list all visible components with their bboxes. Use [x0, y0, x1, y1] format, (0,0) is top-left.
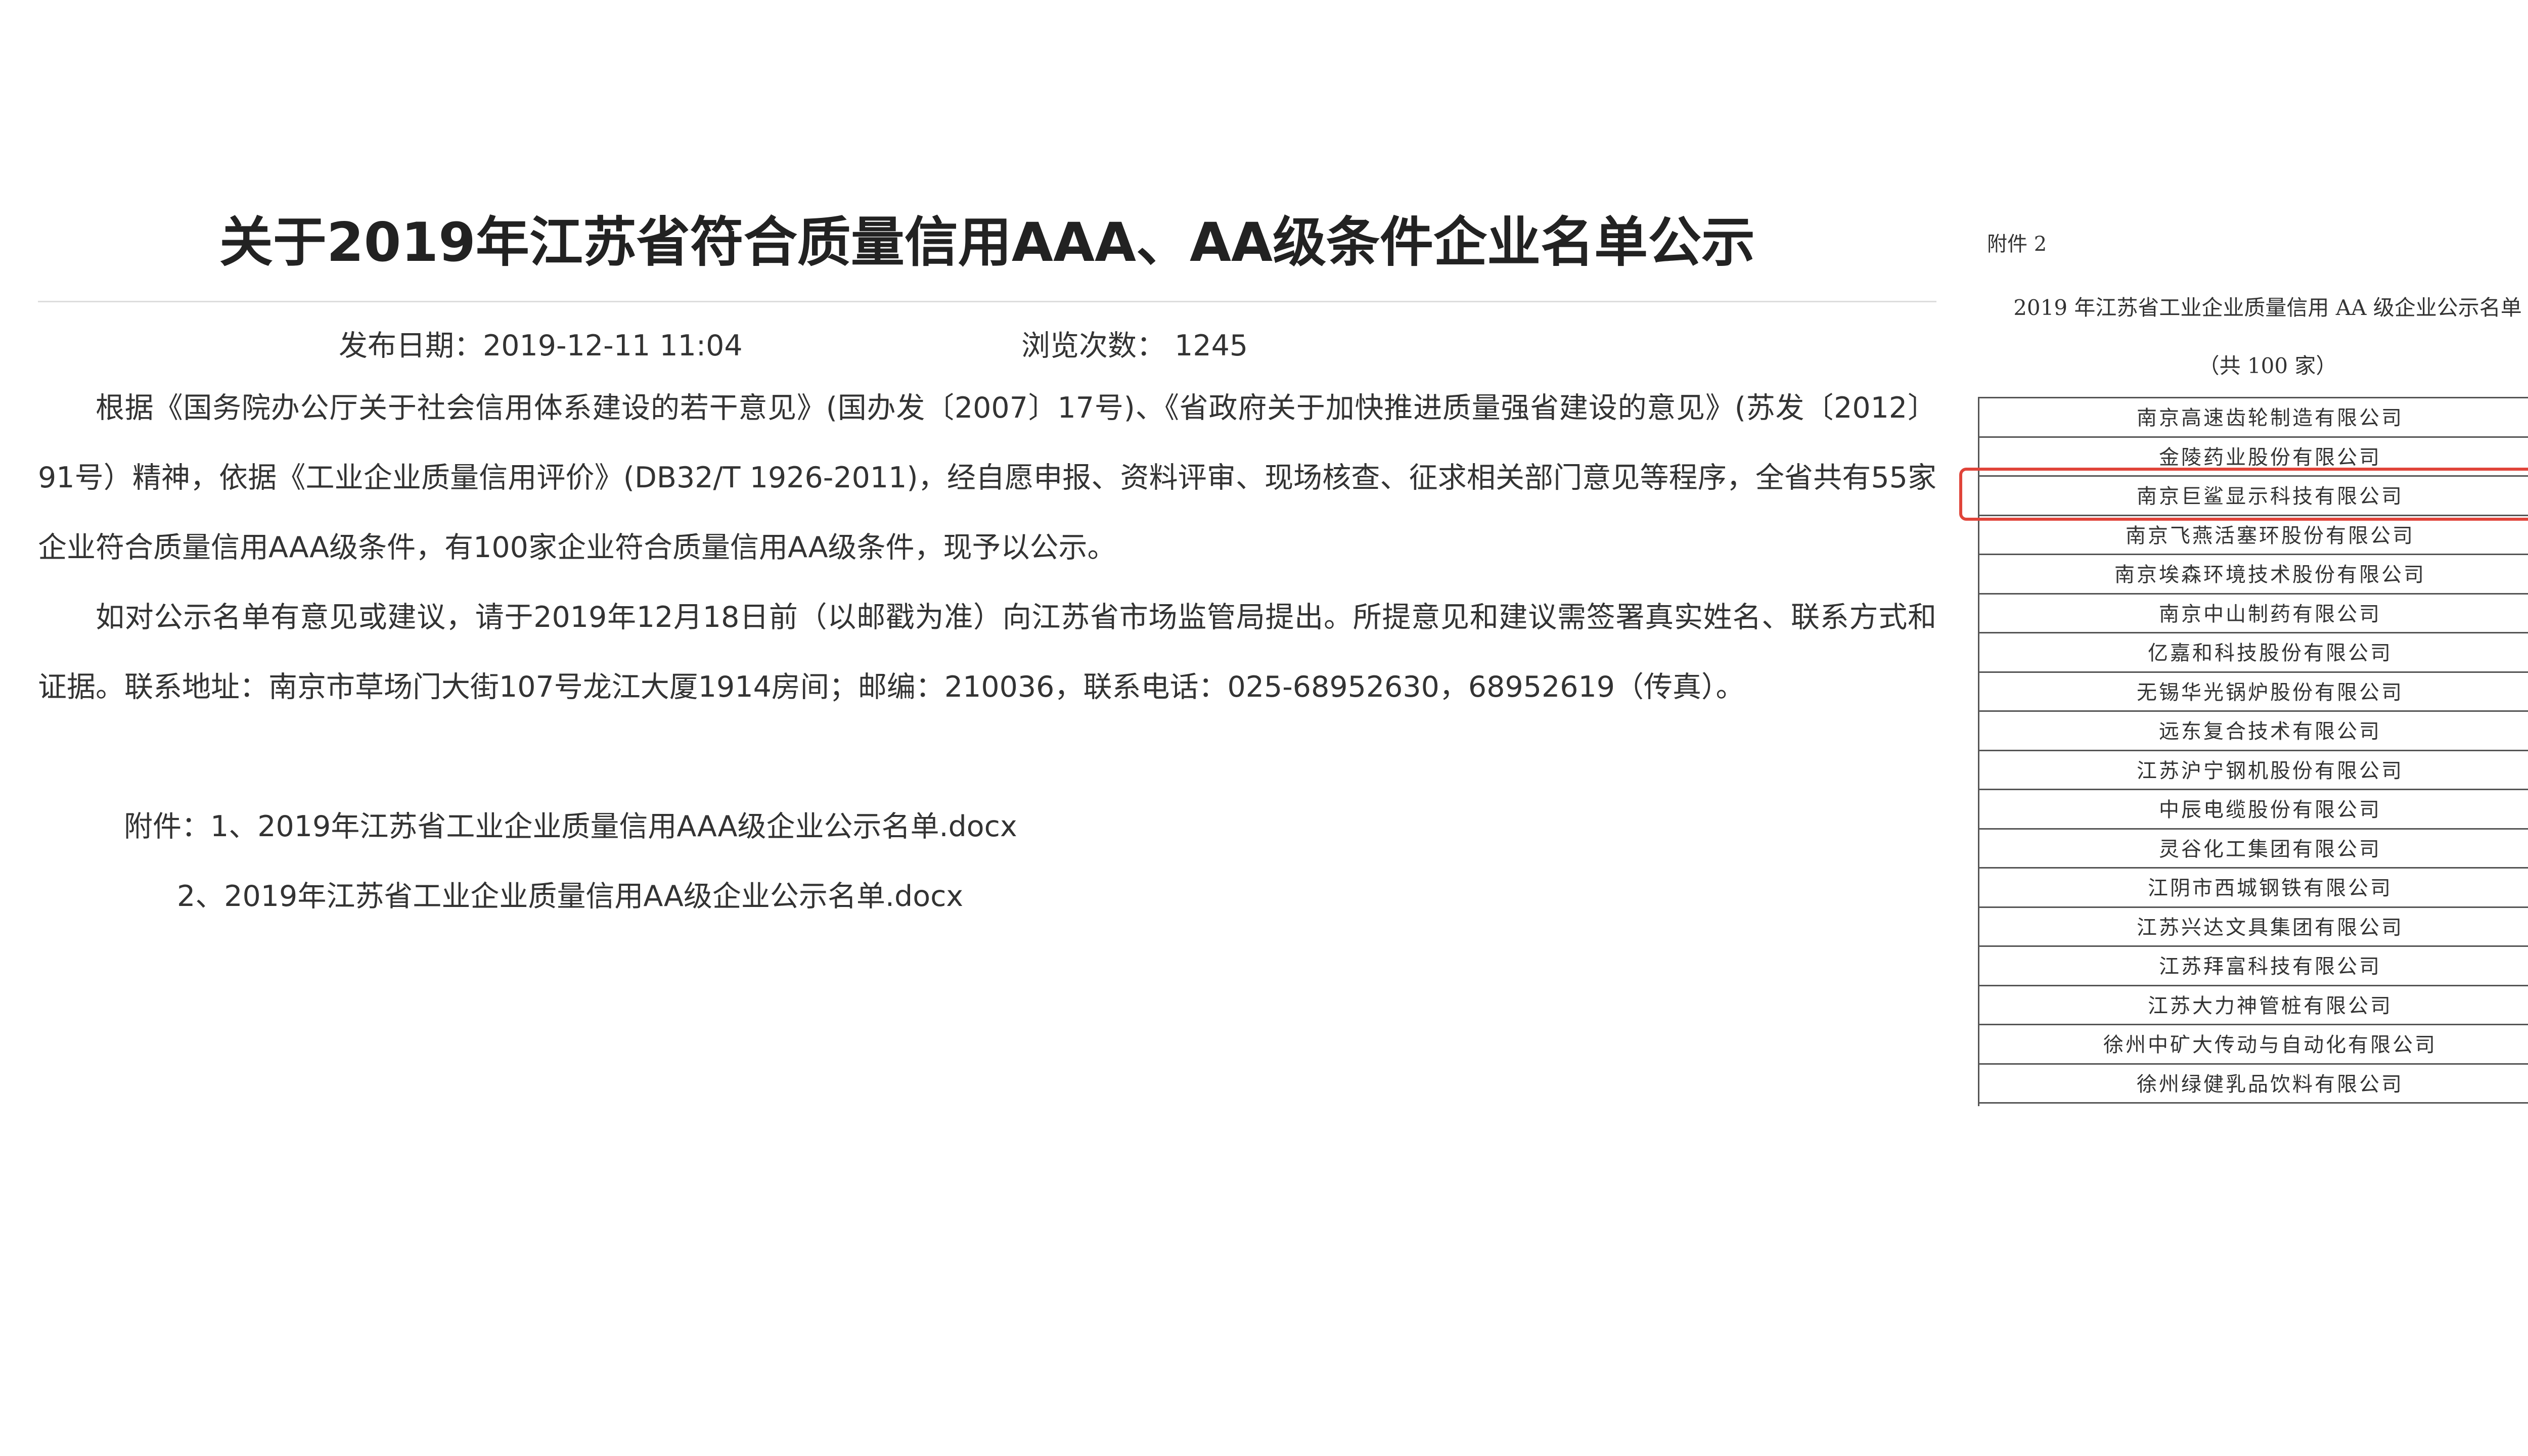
- publish-date: 发布日期：2019-12-11 11:04: [339, 329, 743, 362]
- paragraph-basis: 根据《国务院办公厅关于社会信用体系建设的若干意见》(国办发〔2007〕17号)、…: [38, 391, 1936, 564]
- company-row: 南京飞燕活塞环股份有限公司: [1979, 516, 2528, 555]
- company-row-highlighted: 南京巨鲨显示科技有限公司: [1979, 477, 2528, 516]
- attachment-link-aaa[interactable]: 附件：1、2019年江苏省工业企业质量信用AAA级企业公示名单.docx: [38, 792, 1936, 861]
- company-row: 中辰电缆股份有限公司: [1979, 790, 2528, 830]
- company-row: 江阴市西城钢铁有限公司: [1979, 869, 2528, 908]
- company-row: 远东复合技术有限公司: [1979, 712, 2528, 751]
- attachment-list: 附件：1、2019年江苏省工业企业质量信用AAA级企业公示名单.docx 2、2…: [38, 792, 1936, 931]
- annex-label: 附件 2: [1987, 233, 2047, 256]
- view-count: 浏览次数： 1245: [1021, 329, 1248, 362]
- company-row: 南京高速齿轮制造有限公司: [1979, 398, 2528, 438]
- annex-count: （共 100 家）: [2198, 353, 2337, 378]
- company-row: 江苏沪宁钢机股份有限公司: [1979, 751, 2528, 790]
- notice-article: 关于2019年江苏省符合质量信用AAA、AA级条件企业名单公示 发布日期：201…: [38, 192, 1936, 931]
- company-table: 南京高速齿轮制造有限公司 金陵药业股份有限公司 南京巨鲨显示科技有限公司 南京飞…: [1978, 397, 2528, 1106]
- company-row: 灵谷化工集团有限公司: [1979, 830, 2528, 869]
- company-row: 南京中山制药有限公司: [1979, 595, 2528, 633]
- page-title: 关于2019年江苏省符合质量信用AAA、AA级条件企业名单公示: [219, 211, 1755, 274]
- company-row: 江苏大力神管桩有限公司: [1979, 986, 2528, 1025]
- article-meta: 发布日期：2019-12-11 11:04 浏览次数： 1245: [38, 302, 1936, 373]
- company-row: 南京埃森环境技术股份有限公司: [1979, 555, 2528, 595]
- article-body: 根据《国务院办公厅关于社会信用体系建设的若干意见》(国办发〔2007〕17号)、…: [38, 373, 1936, 722]
- company-row: 徐州中矿大传动与自动化有限公司: [1979, 1025, 2528, 1065]
- company-row: 亿嘉和科技股份有限公司: [1979, 633, 2528, 673]
- attachment-link-aa[interactable]: 2、2019年江苏省工业企业质量信用AA级企业公示名单.docx: [38, 861, 1936, 931]
- annex-heading: 2019 年江苏省工业企业质量信用 AA 级企业公示名单: [2013, 295, 2522, 320]
- company-row: 江苏拜富科技有限公司: [1979, 947, 2528, 986]
- company-row: 无锡华光锅炉股份有限公司: [1979, 673, 2528, 712]
- company-row: 江苏兴达文具集团有限公司: [1979, 908, 2528, 947]
- paragraph-feedback: 如对公示名单有意见或建议，请于2019年12月18日前（以邮戳为准）向江苏省市场…: [38, 601, 1936, 704]
- company-row: 金陵药业股份有限公司: [1979, 438, 2528, 477]
- company-row: 徐州绿健乳品饮料有限公司: [1979, 1065, 2528, 1104]
